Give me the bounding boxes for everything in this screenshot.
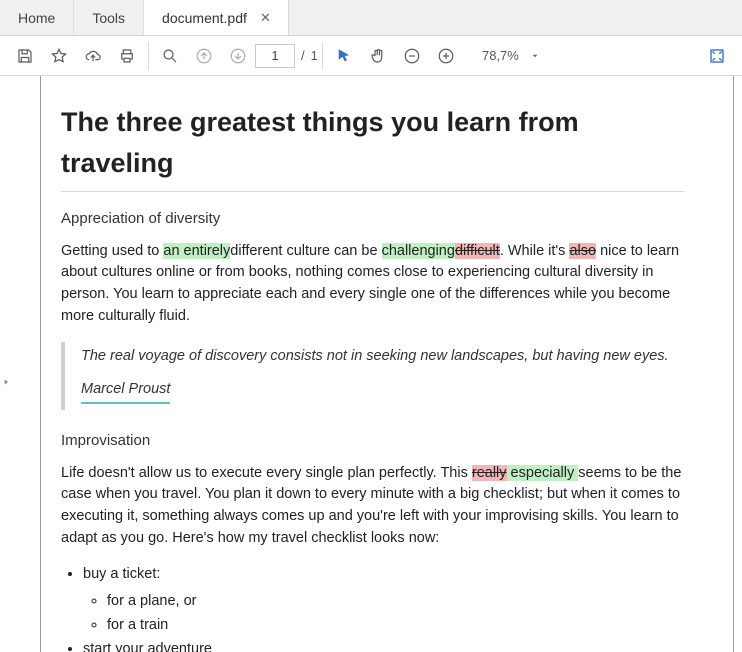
- find-button[interactable]: [153, 36, 187, 76]
- tab-tools-label: Tools: [92, 10, 125, 26]
- zoom-out-button[interactable]: [395, 36, 429, 76]
- toolbar: / 1 78,7%: [0, 36, 742, 76]
- zoom-readout: 78,7%: [463, 48, 523, 63]
- list-item: buy a ticket: for a plane, or for a trai…: [83, 564, 685, 637]
- page-title: The three greatest things you learn from…: [61, 102, 685, 192]
- close-icon[interactable]: ✕: [261, 13, 270, 22]
- insertion: especially: [507, 465, 579, 481]
- heading-improvisation: Improvisation: [61, 430, 685, 453]
- page-sep: /: [301, 48, 305, 63]
- tab-document-label: document.pdf: [162, 10, 247, 26]
- page-total: 1: [311, 48, 318, 63]
- page-indicator: / 1: [255, 44, 318, 68]
- tab-spacer: [289, 0, 742, 35]
- page-content: The three greatest things you learn from…: [41, 76, 733, 652]
- tab-home-label: Home: [18, 10, 55, 26]
- quote-text: The real voyage of discovery consists no…: [81, 348, 669, 364]
- page-down-button[interactable]: [221, 36, 255, 76]
- heading-appreciation: Appreciation of diversity: [61, 208, 685, 231]
- select-tool-button[interactable]: [327, 36, 361, 76]
- separator: [322, 42, 323, 70]
- paragraph-appreciation: Getting used to an entirelydifferent cul…: [61, 241, 685, 328]
- tab-tools[interactable]: Tools: [74, 0, 144, 35]
- save-button[interactable]: [8, 36, 42, 76]
- list-item: start your adventure: [83, 639, 685, 652]
- paragraph-improvisation: Life doesn't allow us to execute every s…: [61, 463, 685, 550]
- side-panel-handle[interactable]: [0, 352, 12, 412]
- fit-page-button[interactable]: [700, 36, 734, 76]
- zoom-in-button[interactable]: [429, 36, 463, 76]
- chevron-down-icon: [527, 48, 543, 64]
- tab-bar: Home Tools document.pdf ✕: [0, 0, 742, 36]
- insertion: challenging: [382, 243, 455, 259]
- quote-author: Marcel Proust: [81, 379, 170, 404]
- zoom-dropdown[interactable]: 78,7%: [463, 48, 543, 64]
- blockquote: The real voyage of discovery consists no…: [61, 342, 685, 411]
- list-item: for a train: [107, 615, 685, 637]
- separator: [148, 42, 149, 70]
- page-up-button[interactable]: [187, 36, 221, 76]
- print-button[interactable]: [110, 36, 144, 76]
- star-button[interactable]: [42, 36, 76, 76]
- cloud-upload-button[interactable]: [76, 36, 110, 76]
- list-item: for a plane, or: [107, 591, 685, 613]
- deletion: also: [569, 243, 596, 259]
- deletion: difficult: [455, 243, 500, 259]
- sublist: for a plane, or for a train: [107, 591, 685, 637]
- hand-tool-button[interactable]: [361, 36, 395, 76]
- insertion: an entirely: [163, 243, 230, 259]
- page-input[interactable]: [255, 44, 295, 68]
- document-viewport[interactable]: The three greatest things you learn from…: [0, 76, 742, 652]
- tab-home[interactable]: Home: [0, 0, 74, 35]
- tab-document[interactable]: document.pdf ✕: [144, 0, 289, 35]
- checklist: buy a ticket: for a plane, or for a trai…: [83, 564, 685, 652]
- page-edge-right: [733, 76, 734, 652]
- deletion: really: [472, 465, 507, 481]
